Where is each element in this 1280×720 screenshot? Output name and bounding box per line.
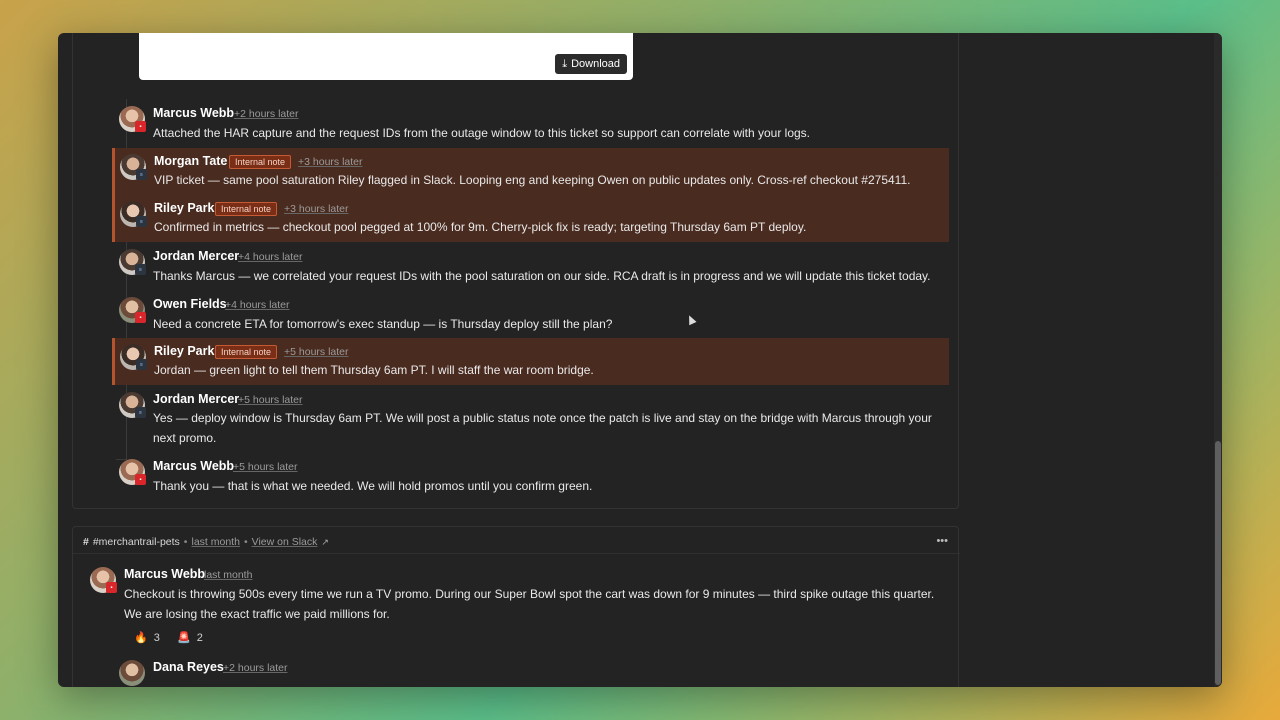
- internal-note-message: ≡ Morgan Tate Internal note +3 hours lat…: [112, 148, 949, 195]
- feed-scroll-area: ⤓ Download ▪ Marcus Webb +2 hours later …: [58, 33, 1214, 687]
- internal-note-message: ≡ Riley Park Internal note +5 hours late…: [112, 338, 949, 385]
- avatar: [119, 660, 145, 686]
- more-options-button[interactable]: •••: [936, 535, 948, 547]
- download-icon: ⤓: [562, 57, 568, 70]
- message-text: Need a concrete ETA for tomorrow's exec …: [153, 317, 613, 331]
- external-link-icon[interactable]: ↗: [321, 537, 329, 548]
- thread-message: ▪ Marcus Webb +5 hours later Thank you —…: [73, 453, 960, 500]
- team-badge-icon: ≡: [135, 264, 146, 275]
- fire-icon: 🔥: [134, 632, 148, 644]
- reaction-fire[interactable]: 🔥 3: [134, 631, 160, 645]
- internal-note-message: ≡ Riley Park Internal note +3 hours late…: [112, 195, 949, 242]
- timestamp[interactable]: +2 hours later: [234, 108, 299, 120]
- author-name[interactable]: Riley Park: [154, 344, 214, 358]
- timestamp[interactable]: +3 hours later: [284, 203, 349, 215]
- author-name[interactable]: Jordan Mercer: [153, 392, 239, 406]
- slack-channel-card: # #merchantrail-pets • last month • View…: [72, 526, 960, 687]
- message-text-continued: We are losing the exact traffic we paid …: [124, 607, 390, 621]
- reaction-count: 3: [153, 631, 160, 644]
- view-on-slack-link[interactable]: View on Slack: [252, 536, 318, 548]
- internal-note-tag: Internal note: [215, 345, 278, 359]
- ticket-thread-card: ⤓ Download ▪ Marcus Webb +2 hours later …: [72, 33, 959, 509]
- timestamp[interactable]: +5 hours later: [233, 461, 298, 473]
- salesforce-badge-icon: ▪: [106, 582, 117, 593]
- author-name[interactable]: Owen Fields: [153, 297, 227, 311]
- salesforce-badge-icon: ▪: [135, 474, 146, 485]
- timestamp[interactable]: +3 hours later: [298, 156, 363, 168]
- timestamp[interactable]: last month: [204, 569, 252, 581]
- thread-message: ≡ Jordan Mercer +5 hours later Yes — dep…: [73, 386, 960, 452]
- author-name[interactable]: Marcus Webb: [153, 106, 234, 120]
- timestamp[interactable]: +5 hours later: [238, 394, 303, 406]
- author-name[interactable]: Marcus Webb: [153, 459, 234, 473]
- salesforce-badge-icon: ▪: [135, 121, 146, 132]
- salesforce-badge-icon: ▪: [135, 312, 146, 323]
- message-text: Checkout is throwing 500s every time we …: [124, 587, 935, 601]
- attachment-preview[interactable]: ⤓ Download: [139, 33, 633, 80]
- message-text: Thank you — that is what we needed. We w…: [153, 479, 593, 493]
- timestamp[interactable]: +2 hours later: [223, 662, 288, 674]
- channel-name[interactable]: #merchantrail-pets: [93, 536, 180, 548]
- internal-note-tag: Internal note: [215, 202, 278, 216]
- slack-hash-icon: #: [83, 536, 89, 548]
- team-badge-icon: ≡: [136, 169, 147, 180]
- author-name[interactable]: Marcus Webb: [124, 567, 205, 581]
- header-divider: [73, 553, 960, 554]
- siren-icon: 🚨: [177, 632, 191, 644]
- timestamp[interactable]: +4 hours later: [238, 251, 303, 263]
- message-text: Attached the HAR capture and the request…: [153, 126, 811, 140]
- scrollbar-thumb[interactable]: [1215, 441, 1221, 685]
- author-name[interactable]: Morgan Tate: [154, 154, 227, 168]
- reaction-siren[interactable]: 🚨 2: [177, 631, 203, 645]
- team-badge-icon: ≡: [136, 216, 147, 227]
- reaction-count: 2: [196, 631, 203, 644]
- message-text: Jordan — green light to tell them Thursd…: [154, 363, 594, 377]
- vertical-scrollbar[interactable]: [1214, 33, 1222, 687]
- message-text: Yes — deploy window is Thursday 6am PT. …: [153, 411, 932, 425]
- author-name[interactable]: Riley Park: [154, 201, 214, 215]
- app-window: ⤓ Download ▪ Marcus Webb +2 hours later …: [58, 33, 1222, 687]
- thread-message: ≡ Jordan Mercer +4 hours later Thanks Ma…: [73, 243, 960, 290]
- author-name[interactable]: Dana Reyes: [153, 660, 224, 674]
- timestamp[interactable]: +5 hours later: [284, 346, 349, 358]
- message-text: Confirmed in metrics — checkout pool peg…: [154, 220, 807, 234]
- message-text: VIP ticket — same pool saturation Riley …: [154, 173, 911, 187]
- thread-message: ▪ Owen Fields +4 hours later Need a conc…: [73, 291, 960, 338]
- team-badge-icon: ≡: [135, 407, 146, 418]
- download-button[interactable]: ⤓ Download: [555, 54, 627, 74]
- team-badge-icon: ≡: [136, 359, 147, 370]
- channel-timestamp[interactable]: last month: [191, 536, 239, 548]
- message-text: Thanks Marcus — we correlated your reque…: [153, 269, 931, 283]
- internal-note-tag: Internal note: [229, 155, 292, 169]
- timestamp[interactable]: +4 hours later: [225, 299, 290, 311]
- author-name[interactable]: Jordan Mercer: [153, 249, 239, 263]
- channel-header: # #merchantrail-pets • last month • View…: [83, 536, 329, 548]
- thread-message: ▪ Marcus Webb +2 hours later Attached th…: [73, 100, 960, 147]
- message-text-continued: next promo.: [153, 431, 217, 445]
